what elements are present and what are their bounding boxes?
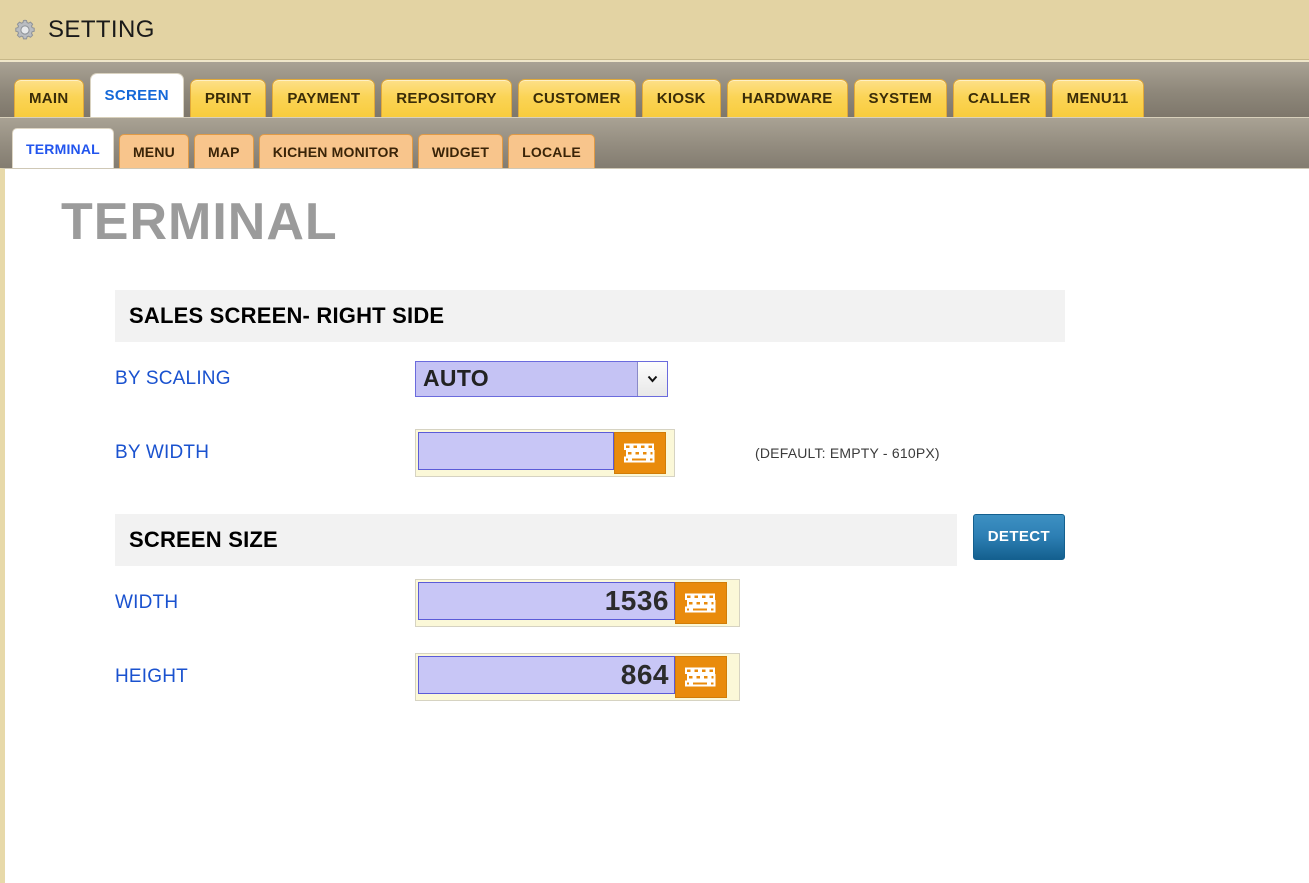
width-input-group: 1536 (415, 578, 740, 627)
keyboard-icon (682, 664, 720, 690)
tab-hardware[interactable]: HARDWARE (726, 79, 848, 117)
height-input[interactable]: 864 (418, 655, 675, 694)
chevron-down-icon (646, 372, 659, 385)
by-width-keyboard-button[interactable] (614, 431, 666, 474)
tab-menu11[interactable]: MENU11 (1051, 79, 1144, 117)
by-width-hint: (DEFAULT: EMPTY - 610PX) (755, 444, 940, 461)
screen-size-heading-row: SCREEN SIZE DETECT (115, 513, 1065, 566)
page-title: TERMINAL (61, 193, 338, 251)
tab-main[interactable]: MAIN (14, 79, 84, 117)
by-width-row: BY WIDTH (DEFAULT: EMPTY - 610PX) (115, 416, 1065, 490)
tab-kiosk[interactable]: KIOSK (641, 79, 721, 117)
secondary-tab-bar: TERMINAL MENU MAP KICHEN MONITOR WIDGET … (0, 117, 1309, 168)
height-row: HEIGHT 864 (115, 640, 1065, 714)
tab-repository[interactable]: REPOSITORY (381, 79, 512, 117)
sales-screen-panel: SALES SCREEN- RIGHT SIDE BY SCALING AUTO… (115, 289, 1065, 490)
by-scaling-value: AUTO (423, 365, 489, 392)
app-title: SETTING (48, 15, 155, 43)
title-bar: SETTING (0, 0, 1309, 60)
keyboard-icon (621, 440, 659, 466)
sales-screen-heading: SALES SCREEN- RIGHT SIDE (115, 289, 1065, 342)
by-scaling-dropdown-button[interactable] (637, 361, 667, 396)
primary-tab-bar: MAIN SCREEN PRINT PAYMENT REPOSITORY CUS… (0, 60, 1309, 117)
subtab-widget[interactable]: WIDGET (417, 134, 504, 168)
height-input-group: 864 (415, 652, 740, 701)
tab-print[interactable]: PRINT (189, 79, 267, 117)
subtab-menu[interactable]: MENU (118, 134, 189, 168)
screen-size-panel: SCREEN SIZE DETECT WIDTH 1536 HEIGHT 864 (115, 513, 1065, 714)
tab-caller[interactable]: CALLER (953, 79, 1046, 117)
width-label: WIDTH (115, 591, 179, 613)
subtab-kichen-monitor[interactable]: KICHEN MONITOR (258, 134, 413, 168)
subtab-locale[interactable]: LOCALE (508, 134, 595, 168)
width-input[interactable]: 1536 (418, 581, 675, 620)
subtab-terminal[interactable]: TERMINAL (12, 128, 114, 168)
tab-screen[interactable]: SCREEN (89, 73, 184, 117)
subtab-map[interactable]: MAP (193, 134, 254, 168)
gear-icon (12, 17, 38, 43)
height-keyboard-button[interactable] (675, 655, 727, 698)
width-row: WIDTH 1536 (115, 566, 1065, 640)
by-scaling-row: BY SCALING AUTO (115, 342, 1065, 416)
by-width-input[interactable] (418, 431, 614, 470)
by-scaling-label: BY SCALING (115, 367, 231, 389)
tab-customer[interactable]: CUSTOMER (517, 79, 636, 117)
by-width-input-group (415, 428, 675, 477)
content-area: TERMINAL SALES SCREEN- RIGHT SIDE BY SCA… (0, 168, 1309, 883)
tab-payment[interactable]: PAYMENT (272, 79, 376, 117)
width-keyboard-button[interactable] (675, 581, 727, 624)
by-scaling-select[interactable]: AUTO (415, 360, 668, 397)
by-width-label: BY WIDTH (115, 441, 210, 463)
keyboard-icon (682, 590, 720, 616)
screen-size-heading: SCREEN SIZE (115, 513, 957, 566)
height-label: HEIGHT (115, 665, 188, 687)
detect-button[interactable]: DETECT (972, 513, 1065, 560)
tab-system[interactable]: SYSTEM (853, 79, 948, 117)
